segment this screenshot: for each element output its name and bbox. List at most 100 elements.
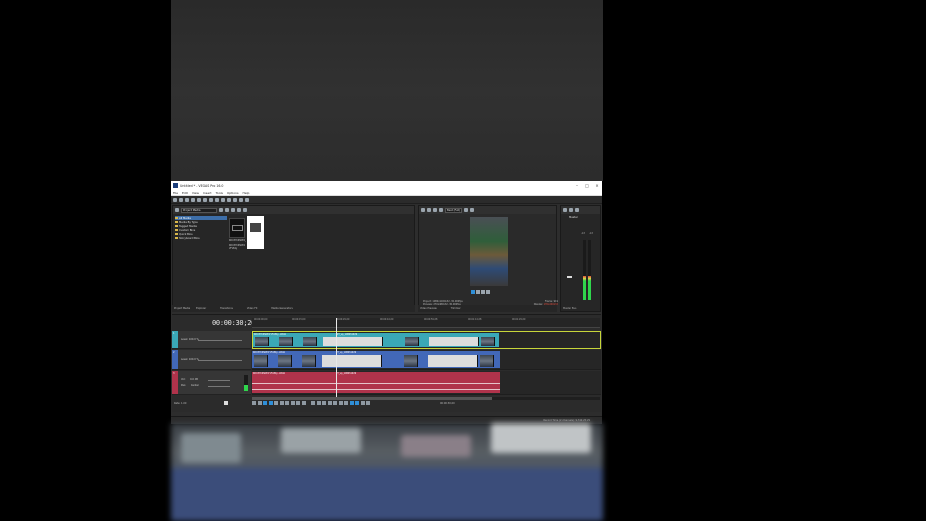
views-icon[interactable]	[237, 208, 241, 212]
track-header-audio-3[interactable]: 3 Vol: 0.0 dB Pan: Center	[172, 371, 251, 395]
audio-clip[interactable]: KDX3YCZSKE4 VFx84y -LBUA P7_vp_1080h1929	[252, 372, 500, 393]
undo-icon[interactable]	[227, 197, 231, 202]
menu-options[interactable]: Options	[227, 191, 239, 195]
save-snapshot-icon[interactable]	[470, 208, 475, 212]
lock-envelopes-icon[interactable]	[360, 401, 365, 405]
paste-icon[interactable]	[221, 197, 225, 202]
cursor-tool-icon[interactable]	[239, 197, 243, 202]
close-button[interactable]: ×	[592, 183, 602, 188]
normal-edit-tool-icon[interactable]	[311, 401, 315, 405]
play-icon[interactable]	[268, 401, 273, 405]
trim-icon[interactable]	[333, 401, 337, 405]
preview-toolbar: Best (Full)	[419, 206, 556, 214]
redo-icon[interactable]	[233, 197, 237, 202]
track-volume-slider[interactable]	[208, 380, 230, 381]
stop-icon[interactable]	[481, 290, 485, 294]
master-fader[interactable]	[567, 276, 572, 278]
track-header-video-1[interactable]: 1 Level: 100.0 %	[172, 331, 251, 349]
next-frame-icon[interactable]	[301, 401, 306, 405]
preview-quality-dropdown[interactable]: Best (Full)	[445, 207, 463, 213]
envelope-tool-icon[interactable]	[245, 197, 249, 202]
tab-explorer[interactable]: Explorer	[196, 307, 206, 310]
media-thumbnail[interactable]	[229, 218, 245, 238]
cut-icon[interactable]	[209, 197, 213, 202]
selection-edit-tool-icon[interactable]	[322, 401, 326, 405]
render-icon[interactable]	[197, 197, 201, 202]
menu-file[interactable]: File	[173, 191, 178, 195]
blurred-shape	[181, 433, 241, 463]
remove-media-icon[interactable]	[225, 208, 229, 212]
time-ruler[interactable]: 00:00:00;00 00:00:15;00 00:00:29;29 00:0…	[252, 318, 600, 328]
go-to-end-icon[interactable]	[290, 401, 295, 405]
thumbnail-image	[232, 225, 243, 231]
overlays-icon[interactable]	[439, 208, 443, 212]
pause-icon[interactable]	[476, 290, 480, 294]
snapping-icon[interactable]	[349, 401, 354, 405]
go-to-start-icon[interactable]	[285, 401, 289, 405]
marker-icon[interactable]	[338, 401, 343, 405]
search-icon[interactable]	[243, 208, 247, 212]
loop-playback-icon[interactable]	[257, 401, 262, 405]
menu-view[interactable]: View	[192, 191, 199, 195]
track-lane-video-1[interactable]: KDX3YCZSKE4 VFx84y -LBUA P7_vp_1080h1929	[252, 331, 601, 349]
meter-right	[588, 240, 591, 300]
pause-icon[interactable]	[274, 401, 278, 405]
external-monitor-icon[interactable]	[427, 208, 431, 212]
auto-ripple-icon[interactable]	[355, 401, 359, 405]
split-icon[interactable]	[327, 401, 332, 405]
tab-trimmer[interactable]: Trimmer	[451, 307, 461, 310]
menu-edit[interactable]: Edit	[182, 191, 188, 195]
video-clip[interactable]: KDX3YCZSKE4 VFx84y -LBUA P7_vp_1080h1929	[252, 351, 500, 368]
timeline-scrollbar[interactable]	[252, 397, 600, 400]
track-level-slider[interactable]	[198, 360, 242, 361]
timeline-counter: 00:00:30;20	[440, 402, 455, 405]
play-icon[interactable]	[471, 290, 475, 294]
play-from-start-icon[interactable]	[263, 401, 267, 405]
track-header-video-2[interactable]: 2 Level: 100.0 %	[172, 350, 251, 370]
capture-icon[interactable]	[219, 208, 223, 212]
menu-tools[interactable]: Tools	[216, 191, 223, 195]
tree-item-storyboard-bins[interactable]: Storyboard Bins	[175, 236, 227, 240]
new-project-icon[interactable]	[173, 197, 177, 202]
previous-frame-icon[interactable]	[296, 401, 300, 405]
track-pan-slider[interactable]	[208, 386, 230, 387]
tab-media-generators[interactable]: Media Generators	[271, 307, 292, 310]
tab-video-preview[interactable]: Video Preview	[420, 307, 437, 310]
rate-slider-handle[interactable]	[224, 401, 228, 405]
playhead[interactable]	[336, 318, 337, 398]
ignore-grouping-icon[interactable]	[366, 401, 370, 405]
copy-icon[interactable]	[215, 197, 219, 202]
tab-transitions[interactable]: Transitions	[220, 307, 233, 310]
menu-insert[interactable]: Insert	[203, 191, 212, 195]
video-clip[interactable]: KDX3YCZSKE4 VFx84y -LBUA P7_vp_1080h1929	[253, 333, 499, 347]
track-level-slider[interactable]	[198, 340, 242, 341]
maximize-button[interactable]: □	[582, 183, 592, 188]
mute-icon[interactable]	[569, 208, 573, 212]
open-icon[interactable]	[179, 197, 183, 202]
import-media-icon[interactable]	[175, 208, 179, 212]
tab-project-media[interactable]: Project Media	[174, 307, 190, 310]
split-screen-icon[interactable]	[433, 208, 437, 212]
ruler-tick: 00:00:29;29	[336, 318, 350, 321]
stop-icon[interactable]	[279, 401, 284, 405]
media-fx-icon[interactable]	[231, 208, 235, 212]
minimize-button[interactable]: –	[572, 183, 582, 188]
envelope-edit-tool-icon[interactable]	[316, 401, 321, 405]
properties-icon[interactable]	[203, 197, 207, 202]
copy-snapshot-icon[interactable]	[464, 208, 469, 212]
scrollbar-thumb[interactable]	[252, 397, 492, 400]
master-fx-icon[interactable]	[563, 208, 567, 212]
save-icon[interactable]	[185, 197, 189, 202]
clip-frame	[255, 337, 269, 346]
tab-video-fx[interactable]: Video FX	[247, 307, 257, 310]
region-icon[interactable]	[344, 401, 348, 405]
record-icon[interactable]	[252, 401, 256, 405]
save-as-icon[interactable]	[191, 197, 195, 202]
solo-icon[interactable]	[575, 208, 579, 212]
media-view-dropdown[interactable]: Project Media	[181, 207, 217, 213]
menu-help[interactable]: Help	[243, 191, 250, 195]
track-lane-video-2[interactable]: KDX3YCZSKE4 VFx84y -LBUA P7_vp_1080h1929	[252, 350, 601, 370]
track-lane-audio-3[interactable]: KDX3YCZSKE4 VFx84y -LBUA P7_vp_1080h1929	[252, 371, 601, 395]
preview-settings-icon[interactable]	[421, 208, 425, 212]
loop-icon[interactable]	[486, 290, 490, 294]
